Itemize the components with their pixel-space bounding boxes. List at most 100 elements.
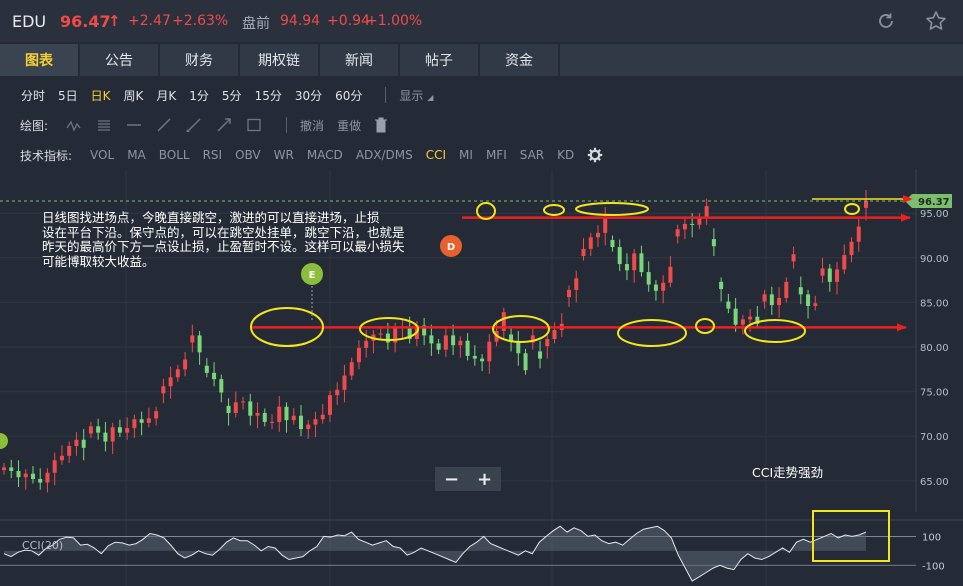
period-60min[interactable]: 60分 bbox=[335, 87, 362, 104]
candle-body bbox=[255, 413, 260, 416]
candle-body bbox=[610, 239, 615, 248]
marker-left[interactable] bbox=[0, 433, 8, 449]
candle-body bbox=[675, 229, 680, 237]
analysis-line-1: 日线图找进场点，今晚直接跳空，激进的可以直接进场，止损 bbox=[42, 210, 380, 225]
candle-body bbox=[864, 200, 868, 208]
candle-body bbox=[733, 308, 738, 325]
support-ellipse-5 bbox=[695, 318, 715, 334]
candle-body bbox=[2, 467, 6, 471]
candle-body bbox=[74, 439, 79, 446]
indicator-boll[interactable]: BOLL bbox=[159, 148, 190, 162]
hline-icon[interactable] bbox=[126, 118, 142, 132]
period-intraday[interactable]: 分时 bbox=[21, 87, 45, 104]
up-arrow-icon: ↑ bbox=[108, 12, 121, 30]
candle-body bbox=[23, 473, 28, 478]
tab-options-chain[interactable]: 期权链 bbox=[240, 44, 318, 76]
indicator-cci[interactable]: CCI bbox=[426, 148, 446, 162]
candle-body bbox=[465, 340, 470, 356]
candle-body bbox=[320, 414, 325, 420]
period-15min[interactable]: 15分 bbox=[255, 87, 282, 104]
candle-body bbox=[661, 282, 666, 291]
y-tick-label: 80.00 bbox=[920, 343, 949, 354]
candle-body bbox=[603, 217, 608, 233]
candle-body bbox=[798, 287, 803, 295]
indicator-vol[interactable]: VOL bbox=[90, 148, 114, 162]
candle-body bbox=[451, 335, 456, 346]
candle-body bbox=[429, 335, 434, 344]
candle-body bbox=[545, 338, 550, 347]
indicator-macd[interactable]: MACD bbox=[307, 148, 343, 162]
undo-button[interactable]: 撤消 bbox=[300, 117, 324, 134]
indicator-mfi[interactable]: MFI bbox=[486, 148, 507, 162]
tab-chart[interactable]: 图表 bbox=[0, 44, 78, 76]
period-5day[interactable]: 5日 bbox=[58, 87, 78, 104]
tab-news[interactable]: 新闻 bbox=[320, 44, 398, 76]
trash-icon[interactable] bbox=[374, 117, 388, 133]
candle-body bbox=[132, 419, 137, 429]
tab-posts[interactable]: 帖子 bbox=[400, 44, 478, 76]
arrow-icon[interactable] bbox=[216, 118, 232, 132]
indicator-ma[interactable]: MA bbox=[127, 148, 146, 162]
indicator-kd[interactable]: KD bbox=[557, 148, 574, 162]
segment-icon[interactable] bbox=[186, 118, 202, 132]
y-tick-label: 75.00 bbox=[920, 388, 949, 399]
candle-body bbox=[523, 353, 528, 371]
analysis-line-2: 设在平台下沿。保守点的，可以在跳空处挂单，跳空下沿，也就是 bbox=[42, 224, 405, 240]
candle-body bbox=[538, 351, 543, 359]
candle-body bbox=[842, 255, 847, 270]
candle-body bbox=[16, 470, 21, 478]
cci-label: CCI(20) bbox=[22, 539, 64, 552]
ray-icon[interactable] bbox=[156, 118, 172, 132]
period-1min[interactable]: 1分 bbox=[189, 87, 209, 104]
refresh-icon[interactable] bbox=[876, 11, 896, 31]
star-icon[interactable] bbox=[925, 10, 947, 32]
tab-financials[interactable]: 财务 bbox=[160, 44, 238, 76]
indicator-mi[interactable]: MI bbox=[459, 148, 473, 162]
lines-icon[interactable] bbox=[96, 118, 112, 132]
tab-bar-filler bbox=[560, 44, 963, 76]
rectangle-icon[interactable] bbox=[246, 118, 262, 132]
candle-body bbox=[139, 419, 144, 423]
candle-body bbox=[335, 389, 340, 396]
candle-body bbox=[175, 369, 180, 378]
cci-pane: 100 -100 bbox=[0, 519, 963, 582]
candle-body bbox=[277, 406, 282, 422]
candle-body bbox=[67, 446, 72, 456]
tab-announcements[interactable]: 公告 bbox=[80, 44, 158, 76]
indicator-sar[interactable]: SAR bbox=[520, 148, 544, 162]
support-ellipse-3 bbox=[492, 315, 550, 343]
candle-body bbox=[436, 343, 441, 350]
zoom-in-button[interactable]: + bbox=[468, 467, 501, 491]
display-dropdown[interactable]: 显示 ◢ bbox=[399, 87, 433, 104]
indicator-adx[interactable]: ADX/DMS bbox=[356, 148, 413, 162]
candle-body bbox=[226, 405, 231, 413]
zoom-out-button[interactable]: − bbox=[435, 467, 468, 491]
indicator-rsi[interactable]: RSI bbox=[203, 148, 223, 162]
candle-body bbox=[726, 301, 731, 309]
candle-body bbox=[791, 254, 796, 262]
period-30min[interactable]: 30分 bbox=[295, 87, 322, 104]
drawing-toolbar: 绘图: 撤消 重做 bbox=[0, 111, 963, 139]
candle-body bbox=[748, 316, 753, 320]
caret-down-icon: ◢ bbox=[427, 92, 434, 102]
candle-body bbox=[96, 426, 101, 433]
redo-button[interactable]: 重做 bbox=[337, 117, 361, 134]
candle-body bbox=[458, 340, 463, 346]
zoom-controls: − + bbox=[435, 467, 501, 491]
period-daily[interactable]: 日K bbox=[91, 87, 111, 104]
gear-icon[interactable] bbox=[587, 147, 603, 163]
indicator-obv[interactable]: OBV bbox=[235, 148, 261, 162]
y-tick-label: 90.00 bbox=[920, 254, 949, 265]
polyline-icon[interactable] bbox=[66, 118, 82, 132]
y-tick-label: 95.00 bbox=[920, 209, 949, 220]
candle-body bbox=[378, 333, 383, 335]
candle-body bbox=[552, 330, 557, 339]
last-price-tag: 96.37 bbox=[905, 193, 952, 208]
candle-body bbox=[248, 401, 253, 416]
indicator-wr[interactable]: WR bbox=[274, 148, 294, 162]
tab-capital-flow[interactable]: 资金 bbox=[480, 44, 558, 76]
period-monthly[interactable]: 月K bbox=[156, 87, 176, 104]
candle-body bbox=[291, 415, 296, 421]
period-5min[interactable]: 5分 bbox=[222, 87, 242, 104]
period-weekly[interactable]: 周K bbox=[124, 87, 144, 104]
